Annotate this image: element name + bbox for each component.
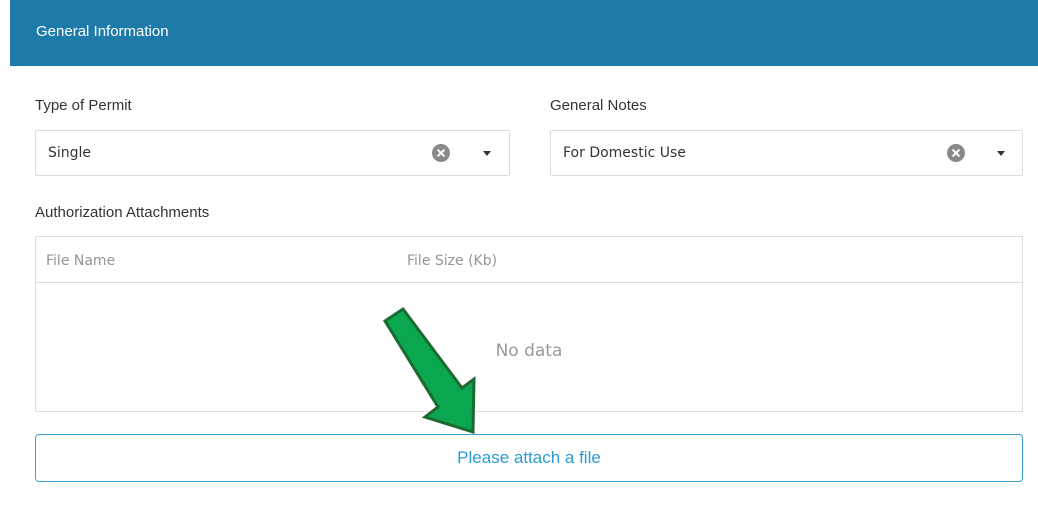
general-notes-select[interactable]: For Domestic Use — [550, 130, 1023, 176]
section-title: General Information — [36, 23, 169, 40]
table-header-row: File Name File Size (Kb) — [36, 237, 1022, 283]
type-of-permit-value: Single — [48, 145, 92, 161]
authorization-attachments-label: Authorization Attachments — [35, 204, 210, 221]
attach-file-button[interactable]: Please attach a file — [35, 434, 1023, 482]
type-of-permit-label: Type of Permit — [35, 97, 132, 114]
empty-state-text: No data — [495, 341, 563, 361]
general-notes-value: For Domestic Use — [563, 145, 686, 161]
clear-icon[interactable] — [432, 144, 450, 162]
green-arrow-icon — [382, 306, 476, 435]
chevron-down-icon[interactable] — [483, 151, 491, 156]
attachments-table: File Name File Size (Kb) No data — [35, 236, 1023, 412]
column-header-file-size[interactable]: File Size (Kb) — [407, 253, 497, 269]
general-notes-label: General Notes — [550, 97, 647, 114]
type-of-permit-select[interactable]: Single — [35, 130, 510, 176]
clear-icon[interactable] — [947, 144, 965, 162]
chevron-down-icon[interactable] — [997, 151, 1005, 156]
section-header: General Information — [10, 0, 1038, 66]
column-header-file-name[interactable]: File Name — [46, 253, 115, 269]
